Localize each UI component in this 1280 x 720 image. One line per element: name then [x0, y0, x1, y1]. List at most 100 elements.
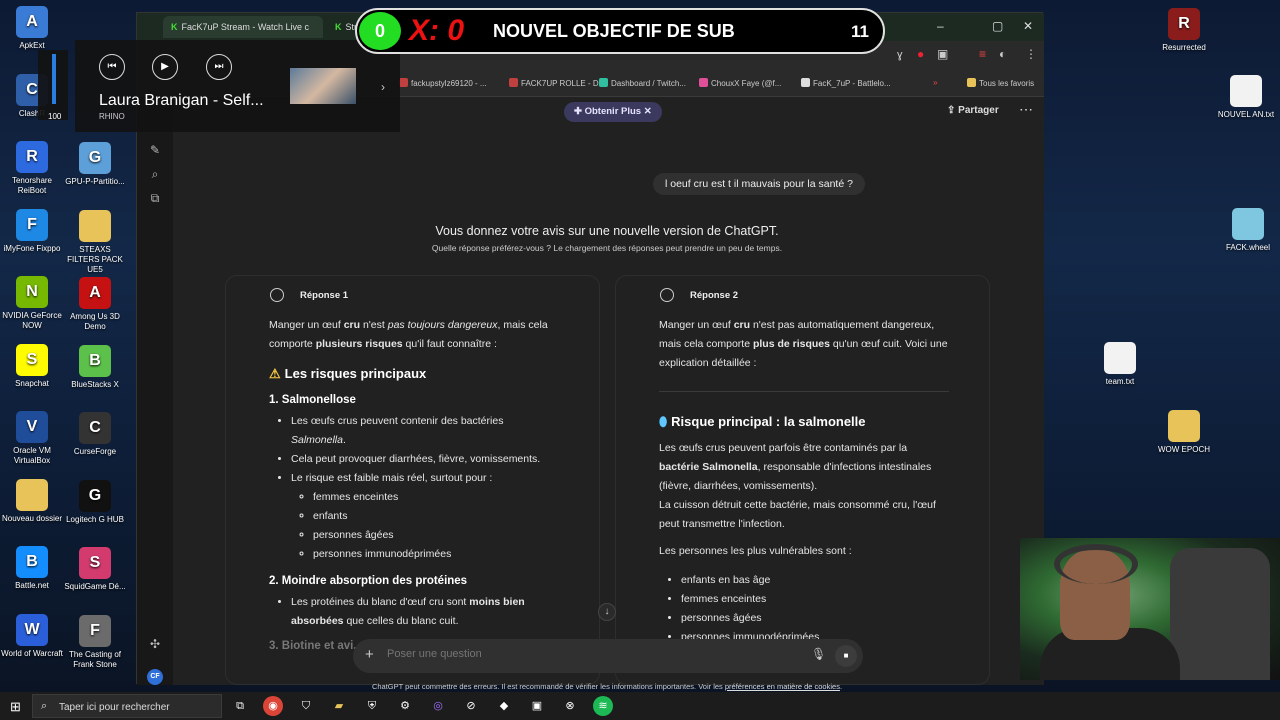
desktop-icon-left-2[interactable]: R Tenorshare ReiBoot [0, 141, 64, 196]
play-button[interactable]: ▶ [152, 54, 178, 80]
desktop-icon-left-7[interactable]: Nouveau dossier [0, 478, 64, 524]
chrome-icon[interactable]: ◉ [263, 696, 283, 716]
user-message: l oeuf cru est t il mauvais pour la sant… [653, 173, 865, 195]
extension-icon[interactable]: ɣ [897, 49, 903, 61]
bookmark-item[interactable]: FacK_7uP - Battlelo... [801, 78, 891, 88]
track-artist: RHINO [99, 112, 125, 121]
response-1-card[interactable]: Réponse 1 Manger un œuf cru n'est pas to… [225, 275, 600, 685]
profile-icon[interactable]: ◐ [999, 47, 1006, 61]
more-bookmarks-icon[interactable]: » [933, 78, 937, 87]
bookmark-item[interactable]: fackupstylz69120 - ... [399, 78, 487, 88]
desktop-icon-right-3[interactable]: team.txt [1088, 342, 1152, 387]
maximize-button[interactable]: ▢ [992, 19, 1003, 33]
desktop-icon-left-6[interactable]: V Oracle VM VirtualBox [0, 411, 64, 466]
share-button[interactable]: ⇪ Partager [947, 105, 999, 116]
xbox-icon[interactable]: ⊗ [560, 696, 580, 716]
app-icon: F [16, 208, 48, 241]
camera-icon[interactable]: ▣ [937, 47, 948, 61]
desktop-icon-left-3[interactable]: FiMyFone Fixppo [0, 208, 64, 254]
media-controls: ⏮ ▶ ⏭ Laura Branigan - Self... RHINO › [75, 40, 400, 132]
file-icon [1104, 342, 1136, 374]
scroll-down-button[interactable]: ↓ [598, 603, 616, 621]
task-view-icon[interactable]: ⧉ [230, 696, 250, 716]
bullet-list: Les protéines du blanc d'œuf cru sont mo… [291, 593, 559, 631]
microphone-icon[interactable]: 🎙 [811, 647, 826, 661]
comparison-title: Vous donnez votre avis sur une nouvelle … [435, 224, 779, 238]
discord-icon[interactable]: ◎ [428, 696, 448, 716]
volume-level: 100 [48, 112, 62, 121]
desktop-icon-second-7[interactable]: F The Casting of Frank Stone [63, 614, 127, 670]
codex-icon[interactable]: ✣ [148, 637, 162, 651]
list-item: Le risque est faible mais réel, surtout … [291, 469, 559, 564]
new-chat-icon[interactable]: ✎ [148, 143, 162, 157]
desktop-icon-second-0[interactable]: G GPU-P-Partitio... [63, 142, 127, 187]
close-window-button[interactable]: ✕ [1023, 19, 1033, 33]
warning-icon: ⚠ [269, 366, 281, 381]
pinterest-icon[interactable]: ● [917, 47, 924, 61]
windows-start-icon[interactable]: ⊞ [10, 699, 21, 715]
desktop-icon-right-2[interactable]: FACK.wheel [1216, 208, 1280, 253]
volume-bar[interactable] [52, 54, 56, 104]
desktop-icon-left-8[interactable]: B Battle.net [0, 546, 64, 591]
pill-icon: ⬮ [659, 414, 668, 429]
subheading: 1. Salmonellose [269, 394, 356, 406]
desktop-icon-left-4[interactable]: N NVIDIA GeForce NOW [0, 276, 64, 331]
all-favorites[interactable]: Tous les favoris [967, 78, 1034, 88]
desktop-icon-second-1[interactable]: STEAXS FILTERS PACK UE5 [63, 209, 127, 275]
bookmark-item[interactable]: Dashboard / Twitch... [599, 78, 686, 88]
list-item: enfants en bas âge [681, 571, 949, 590]
file-explorer-icon[interactable]: ▰ [329, 696, 349, 716]
add-attachment-icon[interactable]: + [365, 646, 374, 663]
search-icon: ⌕ [41, 700, 48, 712]
desktop-icon-left-0[interactable]: A ApkExt [0, 6, 64, 51]
desktop-icon-second-5[interactable]: G Logitech G HUB [63, 479, 127, 525]
desktop-icon-left-9[interactable]: W World of Warcraft [0, 613, 64, 659]
message-input[interactable] [387, 648, 787, 660]
close-icon[interactable]: ✕ [644, 106, 652, 117]
security-icon[interactable]: ⛉ [296, 696, 316, 716]
desktop-icon-right-0[interactable]: R Resurrected [1152, 8, 1216, 53]
cookie-preferences-link[interactable]: préférences en matière de cookies [725, 682, 840, 691]
library-icon[interactable]: ⧉ [148, 191, 162, 205]
icon-label: SquidGame Dé... [64, 582, 126, 591]
stop-button[interactable]: ■ [835, 645, 857, 667]
steam-icon[interactable]: ⚙ [395, 696, 415, 716]
next-track-button[interactable]: ⏭ [206, 54, 232, 80]
minimize-button[interactable]: – [937, 19, 944, 33]
desktop-icon-right-4[interactable]: WOW EPOCH [1152, 410, 1216, 455]
list-item: Cela peut provoquer diarrhées, fièvre, v… [291, 450, 559, 469]
gaming-chair [1170, 548, 1270, 680]
app-icon: F [79, 614, 111, 647]
list-item: femmes enceintes [313, 488, 559, 507]
desktop-icon-second-3[interactable]: B BlueStacks X [63, 344, 127, 390]
get-plus-button[interactable]: ✚ Obtenir Plus ✕ [564, 102, 662, 122]
icon-label: The Casting of Frank Stone [68, 649, 122, 669]
app-icon: V [16, 411, 48, 443]
icon-label: NVIDIA GeForce NOW [2, 311, 62, 330]
spotify-icon[interactable]: ≋ [593, 696, 613, 716]
response-2-card[interactable]: Réponse 2 Manger un œuf cru n'est pas au… [615, 275, 990, 685]
app-icon: S [79, 547, 111, 579]
share-icon: ⇪ [947, 105, 956, 116]
taskbar-search[interactable]: ⌕ Taper ici pour rechercher [32, 694, 222, 718]
app-icon-2[interactable]: ▣ [527, 696, 547, 716]
track-title: Laura Branigan - Self... [99, 92, 264, 109]
app-icon[interactable]: ⊘ [461, 696, 481, 716]
more-options-icon[interactable]: ⋯ [1019, 101, 1033, 118]
shield-icon[interactable]: ⛨ [362, 696, 382, 716]
desktop-icon-left-5[interactable]: S Snapchat [0, 343, 64, 389]
desktop-icon-second-4[interactable]: C CurseForge [63, 412, 127, 457]
bookmark-item[interactable]: ChouxX Faye (@f... [699, 78, 781, 88]
search-icon[interactable]: ⌕ [148, 167, 162, 181]
browser-menu-icon[interactable]: ⋮ [1025, 47, 1037, 61]
tab-fack7up-stream[interactable]: K FacK7uP Stream - Watch Live c [163, 16, 323, 38]
davinci-icon[interactable]: ◆ [494, 696, 514, 716]
chevron-right-icon[interactable]: › [381, 80, 385, 94]
desktop-icon-second-2[interactable]: A Among Us 3D Demo [63, 277, 127, 332]
bookmark-item[interactable]: FACK7UP ROLLE - D... [509, 78, 605, 88]
previous-track-button[interactable]: ⏮ [99, 54, 125, 80]
file-icon [1232, 208, 1264, 240]
desktop-icon-right-1[interactable]: NOUVEL AN.txt [1214, 75, 1278, 120]
desktop-icon-second-6[interactable]: S SquidGame Dé... [63, 547, 127, 592]
bookmark-extension-icon[interactable]: ≡ [979, 47, 986, 61]
